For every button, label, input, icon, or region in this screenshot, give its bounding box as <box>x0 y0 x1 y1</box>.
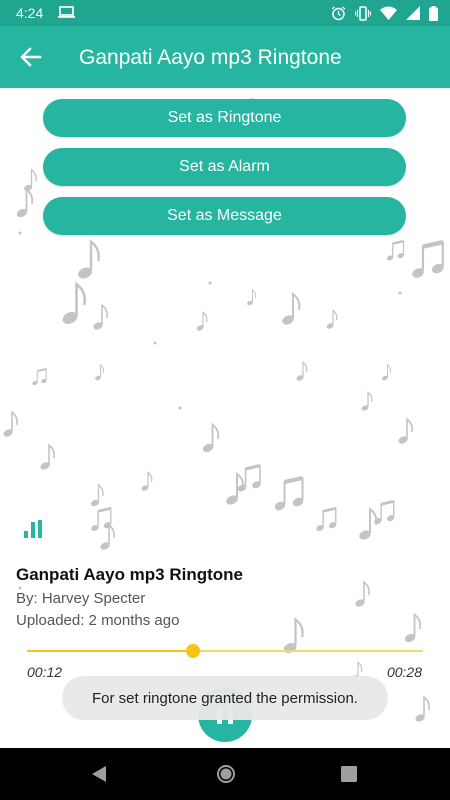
app-bar: Ganpati Aayo mp3 Ringtone <box>0 26 450 88</box>
seek-progress <box>27 650 194 652</box>
song-title: Ganpati Aayo mp3 Ringtone <box>16 565 244 584</box>
page-title: Ganpati Aayo mp3 Ringtone <box>79 46 342 69</box>
status-bar: 4:24 <box>0 0 450 26</box>
main-content: Set as Ringtone Set as Alarm Set as Mess… <box>0 88 450 748</box>
song-uploaded: Uploaded: 2 months ago <box>16 612 180 629</box>
wifi-icon <box>380 6 397 20</box>
song-author: By: Harvey Specter <box>16 590 146 607</box>
status-icons <box>331 5 438 21</box>
circle-home-icon[interactable] <box>216 764 236 784</box>
seek-bar[interactable] <box>27 644 423 658</box>
current-time: 00:12 <box>27 664 63 680</box>
triangle-back-icon[interactable] <box>90 765 108 783</box>
alarm-icon <box>331 5 346 20</box>
square-recents-icon[interactable] <box>341 766 357 782</box>
equalizer-icon <box>24 520 42 538</box>
music-notes-background <box>1 98 450 724</box>
arrow-left-icon[interactable] <box>18 44 44 70</box>
system-nav-bar <box>0 748 450 800</box>
signal-icon <box>406 6 420 20</box>
vibrate-icon <box>355 5 371 21</box>
toast-message: For set ringtone granted the permission. <box>62 676 388 720</box>
battery-icon <box>429 5 438 21</box>
set-ringtone-button[interactable]: Set as Ringtone <box>43 99 406 137</box>
set-alarm-button[interactable]: Set as Alarm <box>43 148 406 186</box>
status-time: 4:24 <box>16 5 44 21</box>
laptop-icon <box>58 6 75 18</box>
set-message-button[interactable]: Set as Message <box>43 197 406 235</box>
total-time: 00:28 <box>386 664 422 680</box>
